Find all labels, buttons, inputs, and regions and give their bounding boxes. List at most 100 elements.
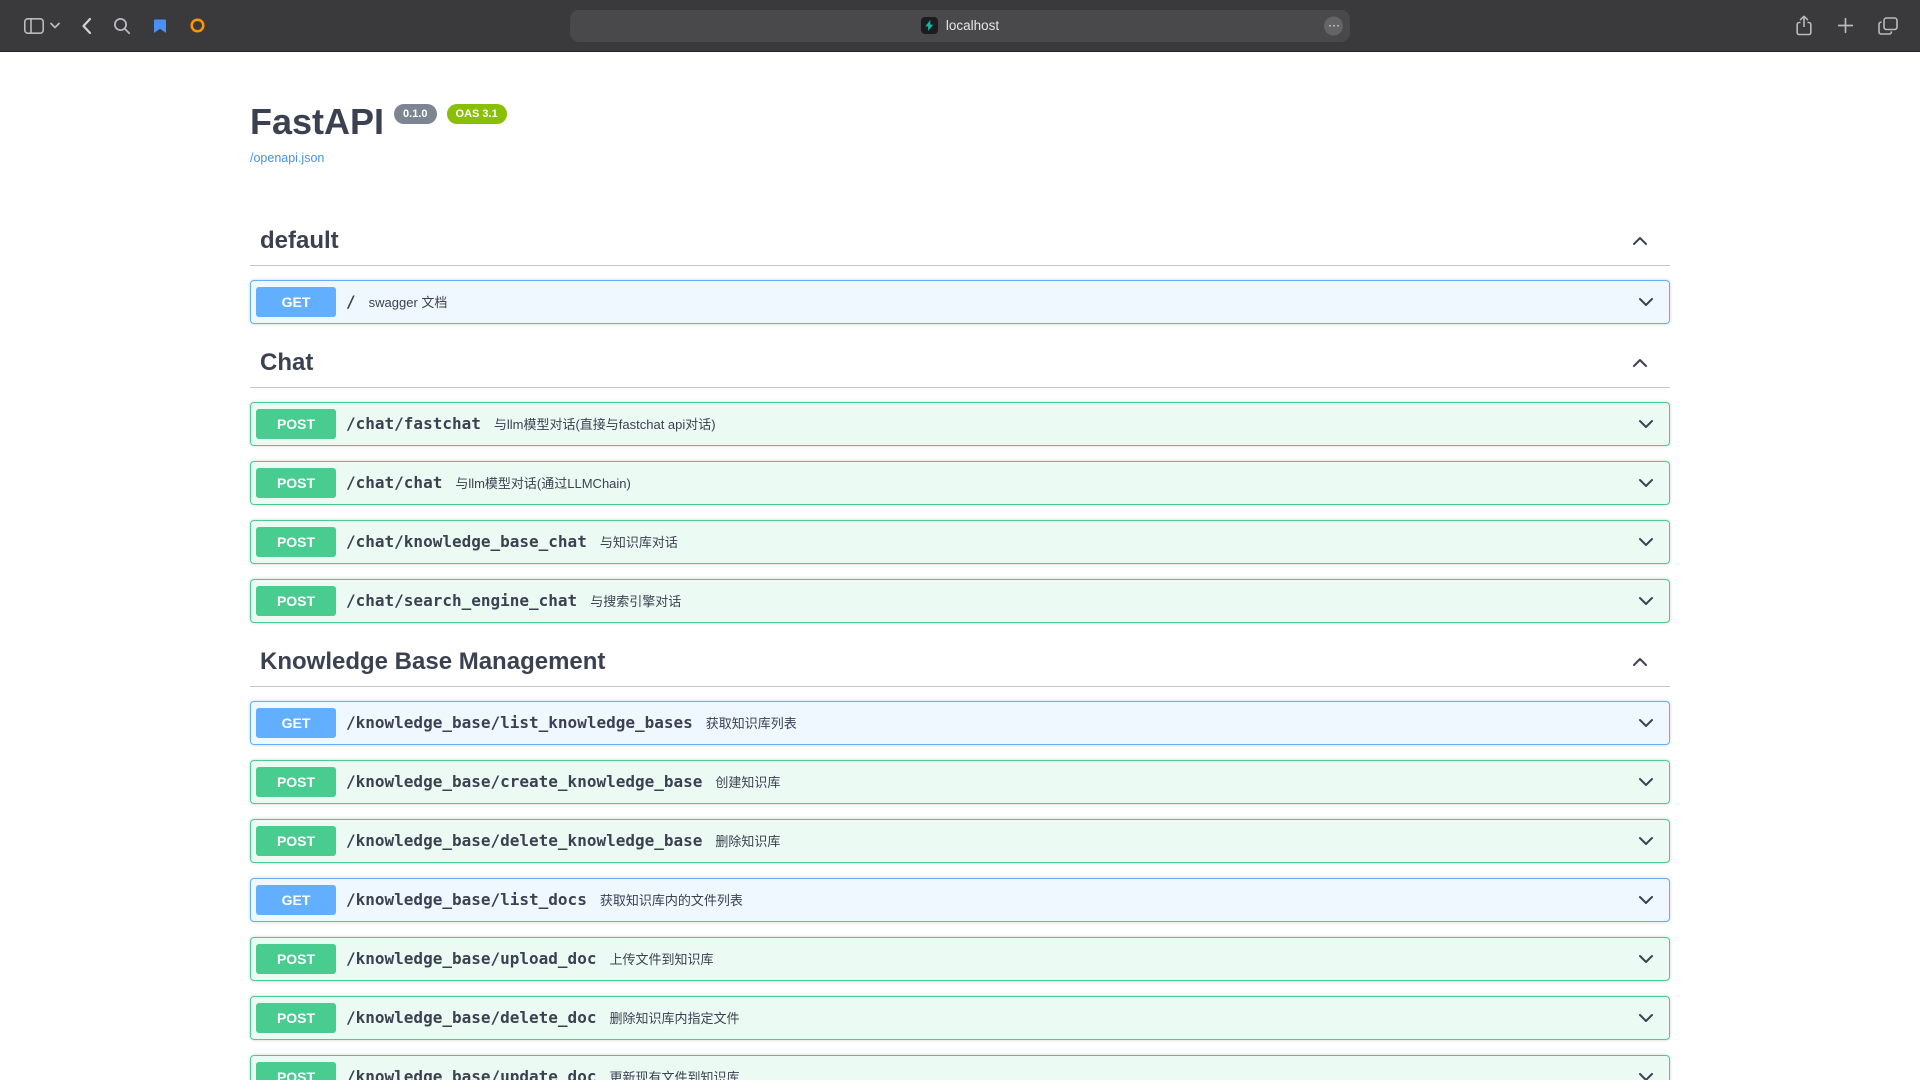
api-info: FastAPI 0.1.0 OAS 3.1 /openapi.json <box>250 102 1670 167</box>
operation-path: /knowledge_base/create_knowledge_base <box>336 772 712 791</box>
section-operations: GET / swagger 文档 <box>250 280 1670 324</box>
operation-summary[interactable]: POST /knowledge_base/delete_doc 删除知识库内指定… <box>251 997 1669 1039</box>
expand-chevron-down-icon[interactable] <box>1636 532 1656 552</box>
section-title: default <box>260 227 1630 255</box>
operation-row: POST /knowledge_base/delete_knowledge_ba… <box>250 819 1670 863</box>
method-badge: POST <box>256 944 336 974</box>
method-badge: GET <box>256 885 336 915</box>
operation-description: 与知识库对话 <box>597 532 1636 551</box>
expand-chevron-down-icon[interactable] <box>1636 949 1656 969</box>
operation-row: GET /knowledge_base/list_docs 获取知识库内的文件列… <box>250 878 1670 922</box>
version-badge: 0.1.0 <box>394 104 436 124</box>
operation-summary[interactable]: POST /chat/fastchat 与llm模型对话(直接与fastchat… <box>251 403 1669 445</box>
operation-description: 与llm模型对话(通过LLMChain) <box>452 473 1636 492</box>
operation-summary[interactable]: POST /chat/knowledge_base_chat 与知识库对话 <box>251 521 1669 563</box>
tag-section: Knowledge Base Management GET /knowledge… <box>250 638 1670 1080</box>
operation-path: /knowledge_base/list_docs <box>336 890 597 909</box>
operation-description: 获取知识库列表 <box>703 713 1636 732</box>
operation-row: GET /knowledge_base/list_knowledge_bases… <box>250 701 1670 745</box>
page-title: FastAPI 0.1.0 OAS 3.1 <box>250 102 1670 142</box>
section-title: Knowledge Base Management <box>260 648 1630 676</box>
operation-summary[interactable]: POST /knowledge_base/upload_doc 上传文件到知识库 <box>251 938 1669 980</box>
method-badge: GET <box>256 287 336 317</box>
site-favicon-icon <box>921 17 938 34</box>
method-badge: POST <box>256 1003 336 1033</box>
share-icon[interactable] <box>1795 15 1813 36</box>
operation-path: /knowledge_base/delete_doc <box>336 1008 606 1027</box>
oas-badge: OAS 3.1 <box>447 104 507 124</box>
section-header[interactable]: Knowledge Base Management <box>250 638 1670 687</box>
operation-path: /chat/chat <box>336 473 452 492</box>
operation-summary[interactable]: POST /chat/chat 与llm模型对话(通过LLMChain) <box>251 462 1669 504</box>
browser-toolbar: localhost ⋯ <box>0 0 1920 52</box>
method-badge: POST <box>256 527 336 557</box>
operation-summary[interactable]: POST /knowledge_base/delete_knowledge_ba… <box>251 820 1669 862</box>
operation-summary[interactable]: POST /knowledge_base/create_knowledge_ba… <box>251 761 1669 803</box>
url-overflow-badge[interactable]: ⋯ <box>1324 16 1343 35</box>
expand-chevron-down-icon[interactable] <box>1636 292 1656 312</box>
operation-summary[interactable]: GET / swagger 文档 <box>251 281 1669 323</box>
operation-description: 上传文件到知识库 <box>606 949 1636 968</box>
tag-section: default GET / swagger 文档 <box>250 217 1670 324</box>
operation-row: POST /chat/fastchat 与llm模型对话(直接与fastchat… <box>250 402 1670 446</box>
operation-description: 删除知识库内指定文件 <box>606 1008 1636 1027</box>
expand-chevron-down-icon[interactable] <box>1636 713 1656 733</box>
method-badge: POST <box>256 586 336 616</box>
operation-description: 创建知识库 <box>712 772 1636 791</box>
operation-summary[interactable]: POST /chat/search_engine_chat 与搜索引擎对话 <box>251 580 1669 622</box>
back-button-icon[interactable] <box>81 17 92 35</box>
api-sections: default GET / swagger 文档 Chat POST /ch <box>250 217 1670 1080</box>
operation-row: POST /knowledge_base/create_knowledge_ba… <box>250 760 1670 804</box>
expand-chevron-down-icon[interactable] <box>1636 831 1656 851</box>
toolbar-right-group <box>1795 15 1920 36</box>
operation-row: POST /knowledge_base/delete_doc 删除知识库内指定… <box>250 996 1670 1040</box>
operation-summary[interactable]: GET /knowledge_base/list_knowledge_bases… <box>251 702 1669 744</box>
operation-row: POST /chat/search_engine_chat 与搜索引擎对话 <box>250 579 1670 623</box>
section-operations: GET /knowledge_base/list_knowledge_bases… <box>250 701 1670 1080</box>
url-bar[interactable]: localhost ⋯ <box>570 10 1350 42</box>
operation-description: 与llm模型对话(直接与fastchat api对话) <box>491 414 1636 433</box>
url-text: localhost <box>946 18 999 33</box>
expand-chevron-down-icon[interactable] <box>1636 890 1656 910</box>
operation-path: / <box>336 292 366 311</box>
section-header[interactable]: default <box>250 217 1670 266</box>
operation-summary[interactable]: GET /knowledge_base/list_docs 获取知识库内的文件列… <box>251 879 1669 921</box>
tab-overview-icon[interactable] <box>1878 17 1898 35</box>
operation-description: swagger 文档 <box>366 292 1636 311</box>
extension-record-icon[interactable] <box>189 17 206 34</box>
search-icon[interactable] <box>113 17 131 35</box>
method-badge: GET <box>256 708 336 738</box>
method-badge: POST <box>256 468 336 498</box>
operation-row: GET / swagger 文档 <box>250 280 1670 324</box>
sidebar-chevron-down-icon[interactable] <box>50 22 60 29</box>
expand-chevron-down-icon[interactable] <box>1636 473 1656 493</box>
operation-row: POST /knowledge_base/update_doc 更新现有文件到知… <box>250 1055 1670 1080</box>
operation-path: /chat/fastchat <box>336 414 491 433</box>
operation-row: POST /chat/chat 与llm模型对话(通过LLMChain) <box>250 461 1670 505</box>
expand-chevron-down-icon[interactable] <box>1636 1008 1656 1028</box>
expand-chevron-down-icon[interactable] <box>1636 591 1656 611</box>
operation-summary[interactable]: POST /knowledge_base/update_doc 更新现有文件到知… <box>251 1056 1669 1080</box>
tag-section: Chat POST /chat/fastchat 与llm模型对话(直接与fas… <box>250 339 1670 623</box>
expand-chevron-down-icon[interactable] <box>1636 414 1656 434</box>
api-title-text: FastAPI <box>250 102 384 142</box>
collapse-chevron-up-icon[interactable] <box>1630 353 1650 373</box>
method-badge: POST <box>256 767 336 797</box>
sidebar-toggle-icon[interactable] <box>24 18 44 34</box>
openapi-spec-link[interactable]: /openapi.json <box>250 151 324 165</box>
operation-path: /knowledge_base/update_doc <box>336 1067 606 1080</box>
collapse-chevron-up-icon[interactable] <box>1630 231 1650 251</box>
collapse-chevron-up-icon[interactable] <box>1630 652 1650 672</box>
section-title: Chat <box>260 349 1630 377</box>
expand-chevron-down-icon[interactable] <box>1636 1067 1656 1080</box>
section-header[interactable]: Chat <box>250 339 1670 388</box>
operation-path: /chat/search_engine_chat <box>336 591 587 610</box>
expand-chevron-down-icon[interactable] <box>1636 772 1656 792</box>
operation-path: /knowledge_base/list_knowledge_bases <box>336 713 703 732</box>
extension-bookmark-icon[interactable] <box>152 18 168 34</box>
operation-description: 获取知识库内的文件列表 <box>597 890 1636 909</box>
operation-description: 更新现有文件到知识库 <box>606 1067 1636 1080</box>
new-tab-icon[interactable] <box>1837 17 1854 34</box>
toolbar-left-group <box>0 17 206 35</box>
section-operations: POST /chat/fastchat 与llm模型对话(直接与fastchat… <box>250 402 1670 623</box>
